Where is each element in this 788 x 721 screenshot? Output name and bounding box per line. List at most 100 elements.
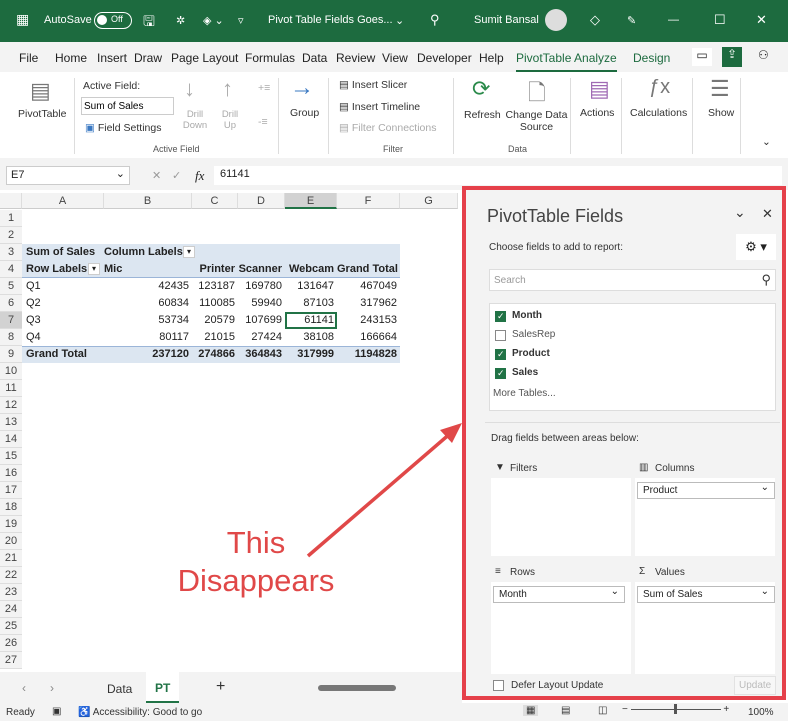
normal-view-icon[interactable]: ▦: [523, 705, 539, 716]
row-header-8[interactable]: 8: [0, 329, 22, 346]
row-header-15[interactable]: 15: [0, 448, 22, 465]
pivot-column-header[interactable]: Printer: [192, 261, 238, 278]
tab-insert[interactable]: Insert: [97, 51, 127, 65]
pivot-value-cell[interactable]: 42435: [104, 278, 192, 295]
autosave-toggle[interactable]: Off: [94, 12, 132, 29]
field-sales[interactable]: Sales: [512, 367, 538, 378]
row-header-1[interactable]: 1: [0, 210, 22, 227]
columns-item-product[interactable]: Product: [637, 480, 775, 499]
collapse-ribbon-icon[interactable]: ⌄: [762, 136, 771, 148]
title-chevron-icon[interactable]: ⌄: [395, 14, 404, 27]
formula-input[interactable]: 61141: [214, 166, 782, 185]
pivot-value-cell[interactable]: 169780: [238, 278, 285, 295]
pivot-value-cell[interactable]: 87103: [285, 295, 337, 312]
pivot-value-cell[interactable]: 107699: [238, 312, 285, 329]
tab-design[interactable]: Design: [633, 51, 670, 65]
zoom-level[interactable]: 100%: [748, 707, 774, 718]
customize-icon[interactable]: ▿: [238, 14, 244, 27]
column-labels-filter-button[interactable]: ▾: [183, 246, 195, 258]
pane-options-chevron-icon[interactable]: ⌄: [734, 204, 746, 221]
add-sheet-button[interactable]: +: [216, 678, 225, 696]
insert-function-icon[interactable]: fx: [195, 168, 204, 184]
row-labels-filter-button[interactable]: ▾: [88, 263, 100, 275]
pivot-row-labels[interactable]: Row Labels: [26, 261, 87, 278]
horizontal-scrollbar[interactable]: [310, 685, 458, 691]
insert-timeline-button[interactable]: ▤ Insert Timeline: [339, 101, 420, 113]
column-header-D[interactable]: D: [238, 193, 285, 209]
filters-area[interactable]: [491, 478, 631, 556]
tab-home[interactable]: Home: [55, 51, 87, 65]
coauthor-icon[interactable]: ⚇: [758, 48, 769, 62]
page-break-view-icon[interactable]: ◫: [598, 705, 607, 716]
row-header-10[interactable]: 10: [0, 363, 22, 380]
name-box[interactable]: E7 ⌄: [6, 166, 130, 185]
close-icon[interactable]: ✕: [756, 12, 767, 28]
pivot-grand-total-label[interactable]: Grand Total: [26, 346, 96, 363]
field-search-input[interactable]: Search ⚲: [489, 269, 776, 291]
selected-cell-e7[interactable]: [285, 312, 337, 329]
more-tables-link[interactable]: More Tables...: [493, 388, 556, 399]
row-header-6[interactable]: 6: [0, 295, 22, 312]
field-month[interactable]: Month: [512, 310, 542, 321]
pivot-grand-total-cell[interactable]: 274866: [192, 346, 238, 363]
search-icon[interactable]: ⚲: [430, 12, 440, 28]
field-settings-button[interactable]: ▣ Field Settings: [85, 122, 161, 134]
calculations-button[interactable]: Calculations: [630, 107, 687, 119]
pivot-value-cell[interactable]: 131647: [285, 278, 337, 295]
tab-help[interactable]: Help: [479, 51, 504, 65]
update-button[interactable]: Update: [734, 676, 777, 695]
pivot-value-cell[interactable]: 59940: [238, 295, 285, 312]
pivot-value-cell[interactable]: 38108: [285, 329, 337, 346]
share-button[interactable]: ⇪: [722, 47, 742, 67]
active-field-input[interactable]: [81, 97, 174, 115]
row-header-13[interactable]: 13: [0, 414, 22, 431]
row-header-20[interactable]: 20: [0, 533, 22, 550]
pivot-row-label[interactable]: Q4: [26, 329, 96, 346]
row-header-5[interactable]: 5: [0, 278, 22, 295]
pane-close-icon[interactable]: ✕: [762, 206, 773, 222]
row-header-17[interactable]: 17: [0, 482, 22, 499]
pivot-value-cell[interactable]: 166664: [337, 329, 400, 346]
change-data-source-button[interactable]: Change Data Source: [504, 109, 569, 133]
pivot-column-header[interactable]: Mic: [104, 261, 164, 278]
row-header-7[interactable]: 7: [0, 312, 22, 329]
row-header-14[interactable]: 14: [0, 431, 22, 448]
tab-data[interactable]: Data: [302, 51, 327, 65]
defer-layout-checkbox[interactable]: [493, 680, 504, 691]
drill-down-button[interactable]: Drill Down: [181, 109, 209, 131]
tab-developer[interactable]: Developer: [417, 51, 472, 65]
pivot-value-cell[interactable]: 317962: [337, 295, 400, 312]
expand-field-icon[interactable]: +≡: [258, 82, 270, 94]
tab-pivottable-analyze[interactable]: PivotTable Analyze: [516, 51, 617, 72]
pivot-column-header[interactable]: Webcam: [285, 261, 337, 278]
page-layout-view-icon[interactable]: ▤: [561, 705, 570, 716]
select-all[interactable]: [0, 193, 22, 209]
row-header-24[interactable]: 24: [0, 601, 22, 618]
values-item-sum-of-sales[interactable]: Sum of Sales: [637, 584, 775, 603]
tab-draw[interactable]: Draw: [134, 51, 162, 65]
column-header-G[interactable]: G: [400, 193, 458, 209]
pivot-row-label[interactable]: Q1: [26, 278, 96, 295]
pen-icon[interactable]: ✎: [627, 14, 636, 27]
sheet-tab-pt[interactable]: PT: [146, 672, 180, 703]
minimize-icon[interactable]: —: [668, 14, 679, 26]
field-checkbox-sales[interactable]: [495, 368, 506, 379]
tab-file[interactable]: File: [19, 51, 38, 65]
row-header-16[interactable]: 16: [0, 465, 22, 482]
rows-item-month[interactable]: Month: [493, 584, 625, 603]
row-header-19[interactable]: 19: [0, 516, 22, 533]
row-header-4[interactable]: 4: [0, 261, 22, 278]
macro-icon[interactable]: ▣: [52, 706, 61, 717]
group-button[interactable]: Group: [290, 107, 319, 119]
field-checkbox-salesrep[interactable]: [495, 330, 506, 341]
pane-settings-button[interactable]: ⚙ ▾: [736, 234, 776, 260]
tab-page-layout[interactable]: Page Layout: [171, 51, 238, 65]
insert-slicer-button[interactable]: ▤ Insert Slicer: [339, 79, 407, 91]
row-header-23[interactable]: 23: [0, 584, 22, 601]
pivot-value-cell[interactable]: 27424: [238, 329, 285, 346]
refresh-button[interactable]: Refresh: [464, 109, 501, 121]
document-title[interactable]: Pivot Table Fields Goes...: [268, 14, 393, 26]
field-salesrep[interactable]: SalesRep: [512, 329, 555, 340]
prev-sheet-icon[interactable]: ‹: [22, 681, 26, 695]
pivot-value-cell[interactable]: 243153: [337, 312, 400, 329]
